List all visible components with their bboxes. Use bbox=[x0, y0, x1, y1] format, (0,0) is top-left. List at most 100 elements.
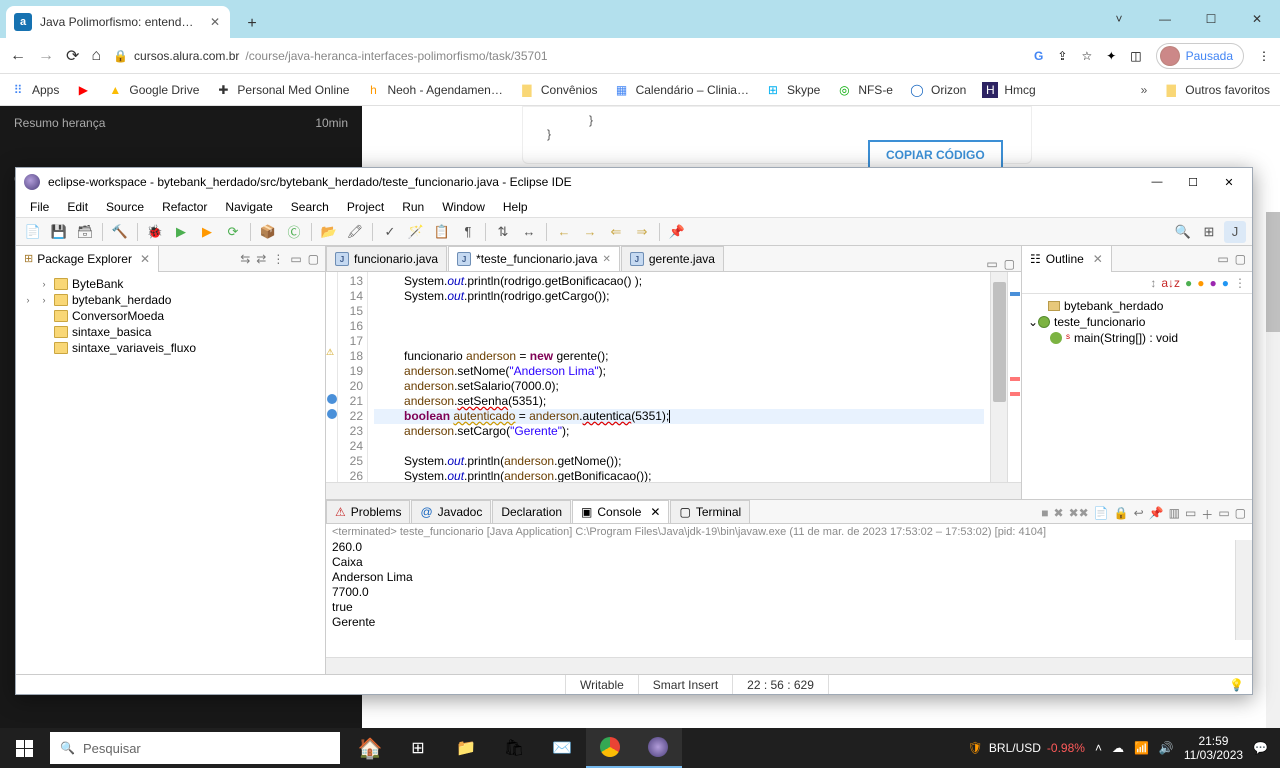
currency-widget[interactable]: 🛡 BRL/USD -0.98% bbox=[968, 741, 1085, 755]
new-class-icon[interactable]: Ⓒ bbox=[283, 221, 305, 243]
new-package-icon[interactable]: 📦 bbox=[257, 221, 279, 243]
editor-scrollbar-h[interactable] bbox=[326, 482, 1021, 499]
scrollbar-thumb[interactable] bbox=[993, 282, 1006, 402]
scroll-lock-icon[interactable]: 🔒 bbox=[1114, 506, 1129, 523]
reload-icon[interactable]: ⟳ bbox=[66, 46, 79, 66]
bm-skype[interactable]: ⊞Skype bbox=[765, 82, 820, 98]
tip-icon[interactable]: 💡 bbox=[1221, 678, 1252, 692]
taskbar-workspace-icon[interactable]: 🏠 bbox=[346, 736, 394, 761]
outline-tree[interactable]: bytebank_herdado ⌄teste_funcionario smai… bbox=[1022, 294, 1252, 499]
clock[interactable]: 21:59 11/03/2023 bbox=[1184, 734, 1243, 762]
new-tab-button[interactable]: + bbox=[238, 10, 266, 38]
star-icon[interactable]: ☆ bbox=[1081, 49, 1092, 63]
bm-conv[interactable]: ▇Convênios bbox=[519, 82, 598, 98]
bm-cal[interactable]: ▦Calendário – Clinia… bbox=[614, 82, 749, 98]
next-annotation-icon[interactable]: ⇒ bbox=[631, 221, 653, 243]
back-arrow-icon[interactable]: ← bbox=[553, 221, 575, 243]
wand-icon[interactable]: 🪄 bbox=[405, 221, 427, 243]
search-icon[interactable]: 🖍 bbox=[344, 221, 366, 243]
save-all-icon[interactable]: 🗃 bbox=[74, 221, 96, 243]
java-perspective-icon[interactable]: J bbox=[1224, 221, 1246, 243]
menu-search[interactable]: Search bbox=[283, 197, 337, 217]
terminal-tab[interactable]: ▢Terminal bbox=[670, 500, 750, 523]
new-icon[interactable]: 📄 bbox=[22, 221, 44, 243]
mail-icon[interactable]: ✉️ bbox=[538, 728, 586, 768]
share-icon[interactable]: ⇪ bbox=[1057, 49, 1067, 63]
bm-outros[interactable]: ▇Outros favoritos bbox=[1163, 82, 1270, 98]
hide-local-icon[interactable]: ● bbox=[1222, 276, 1229, 290]
coverage-icon[interactable]: ▶ bbox=[196, 221, 218, 243]
project-node[interactable]: ConversorMoeda bbox=[72, 309, 164, 323]
console-scrollbar-h[interactable] bbox=[326, 657, 1252, 674]
chrome-icon[interactable] bbox=[586, 728, 634, 768]
search-global-icon[interactable]: 🔍 bbox=[1172, 221, 1194, 243]
menu-help[interactable]: Help bbox=[495, 197, 536, 217]
chevron-up-icon[interactable]: ˄ bbox=[1095, 741, 1102, 755]
forward-icon[interactable]: → bbox=[38, 47, 54, 65]
editor-scrollbar-v[interactable] bbox=[990, 272, 1007, 482]
save-icon[interactable]: 💾 bbox=[48, 221, 70, 243]
maximize-view-icon[interactable]: ▢ bbox=[1235, 252, 1246, 266]
minimize-icon[interactable]: ― bbox=[1142, 0, 1188, 38]
bm-neoh[interactable]: hNeoh - Agendamen… bbox=[365, 82, 502, 98]
minimize-view-icon[interactable]: ▭ bbox=[290, 252, 301, 266]
close-icon[interactable]: ✕ bbox=[1214, 171, 1244, 193]
back-icon[interactable]: ← bbox=[10, 47, 26, 65]
editor-tab[interactable]: Jfuncionario.java bbox=[326, 246, 447, 271]
pin-icon[interactable]: 📌 bbox=[666, 221, 688, 243]
collapse-icon[interactable]: ⇆ bbox=[240, 252, 250, 266]
explorer-icon[interactable]: 📁 bbox=[442, 728, 490, 768]
project-node[interactable]: ByteBank bbox=[72, 277, 123, 291]
remove-launch-icon[interactable]: ✖ bbox=[1054, 506, 1064, 523]
profile-button[interactable]: Pausada bbox=[1156, 43, 1244, 69]
perspective-icon[interactable]: ⊞ bbox=[1198, 221, 1220, 243]
toggle-icon[interactable]: ⇅ bbox=[492, 221, 514, 243]
run-icon[interactable]: ▶ bbox=[170, 221, 192, 243]
forward-arrow-icon[interactable]: → bbox=[579, 221, 601, 243]
start-button[interactable] bbox=[0, 728, 48, 768]
paragraph-icon[interactable]: ¶ bbox=[457, 221, 479, 243]
pin-console-icon[interactable]: 📌 bbox=[1149, 506, 1164, 523]
console-scrollbar-v[interactable] bbox=[1235, 540, 1252, 640]
problems-tab[interactable]: ⚠Problems bbox=[326, 500, 410, 523]
clear-icon[interactable]: 📄 bbox=[1094, 506, 1109, 523]
project-node[interactable]: sintaxe_basica bbox=[72, 325, 151, 339]
view-menu-icon[interactable]: ⋮ bbox=[1234, 276, 1246, 290]
project-node[interactable]: bytebank_herdado bbox=[72, 293, 171, 307]
menu-run[interactable]: Run bbox=[394, 197, 432, 217]
volume-icon[interactable]: 🔊 bbox=[1159, 741, 1174, 755]
overview-ruler[interactable] bbox=[1007, 272, 1021, 482]
close-icon[interactable]: ✕ bbox=[140, 252, 150, 266]
close-icon[interactable]: ✕ bbox=[602, 254, 610, 265]
terminate-icon[interactable]: ■ bbox=[1041, 506, 1048, 523]
maximize-view-icon[interactable]: ▢ bbox=[308, 252, 319, 266]
filter-icon[interactable]: a↓z bbox=[1161, 276, 1180, 290]
code-content[interactable]: System.out.println(rodrigo.getBonificaca… bbox=[368, 272, 990, 482]
scrollbar-thumb[interactable] bbox=[1266, 212, 1280, 332]
maximize-icon[interactable]: ☐ bbox=[1188, 0, 1234, 38]
sidepanel-icon[interactable]: ◫ bbox=[1130, 49, 1141, 63]
outline-method[interactable]: main(String[]) : void bbox=[1074, 331, 1178, 345]
menu-source[interactable]: Source bbox=[98, 197, 152, 217]
maximize-view-icon[interactable]: ▢ bbox=[1235, 506, 1246, 523]
bm-orizon[interactable]: ◯Orizon bbox=[909, 82, 966, 98]
outline-class[interactable]: teste_funcionario bbox=[1054, 315, 1145, 329]
build-icon[interactable]: 🔨 bbox=[109, 221, 131, 243]
outline-tab[interactable]: ☷ Outline ✕ bbox=[1022, 246, 1112, 272]
close-icon[interactable]: ✕ bbox=[1234, 0, 1280, 38]
menu-navigate[interactable]: Navigate bbox=[217, 197, 280, 217]
package-explorer-tab[interactable]: ⊞ Package Explorer ✕ bbox=[16, 246, 159, 272]
remove-all-icon[interactable]: ✖✖ bbox=[1069, 506, 1089, 523]
annotation-icon[interactable]: 📋 bbox=[431, 221, 453, 243]
task-icon[interactable]: ✓ bbox=[379, 221, 401, 243]
word-wrap-icon[interactable]: ↩ bbox=[1134, 506, 1144, 523]
menu-window[interactable]: Window bbox=[434, 197, 493, 217]
open-console-icon[interactable]: ▭ bbox=[1185, 506, 1196, 523]
bm-youtube[interactable]: ▶ bbox=[75, 82, 91, 98]
browser-scrollbar[interactable] bbox=[1266, 212, 1280, 740]
open-type-icon[interactable]: 📂 bbox=[318, 221, 340, 243]
close-icon[interactable]: ✕ bbox=[1093, 252, 1103, 266]
close-icon[interactable]: ✕ bbox=[650, 505, 660, 519]
bookmarks-overflow[interactable]: » bbox=[1141, 83, 1148, 97]
view-menu-icon[interactable]: ⋮ bbox=[272, 252, 284, 266]
